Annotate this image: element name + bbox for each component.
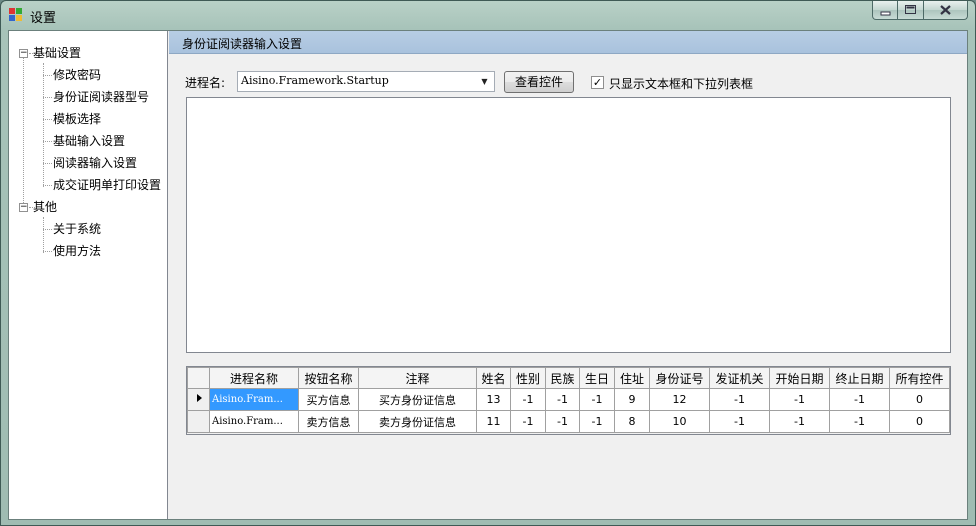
column-header[interactable]: 开始日期: [769, 367, 830, 389]
tree-node-template[interactable]: 模板选择: [53, 110, 101, 128]
table-cell[interactable]: 0: [889, 410, 950, 433]
tree-line: [43, 251, 52, 252]
table-row[interactable]: Aisino.Fram... 卖方信息 卖方身份证信息 11 -1 -1 -1 …: [187, 410, 950, 433]
mapping-table: 进程名称 按钮名称 注释 姓名 性别 民族 生日 住址 身份证号 发证机关 开始…: [187, 367, 950, 433]
table-cell[interactable]: 8: [614, 410, 650, 433]
table-cell[interactable]: 12: [649, 388, 710, 411]
app-icon: [9, 8, 23, 22]
tree-line: [43, 163, 52, 164]
table-cell[interactable]: 买方身份证信息: [358, 388, 477, 411]
minimize-icon: [880, 11, 891, 16]
row-header-corner: [187, 367, 210, 389]
window-title: 设置: [30, 11, 57, 26]
tree-node-change-password[interactable]: 修改密码: [53, 66, 101, 84]
table-cell[interactable]: 买方信息: [298, 388, 359, 411]
table-row[interactable]: Aisino.Fram... 买方信息 买方身份证信息 13 -1 -1 -1 …: [187, 388, 950, 411]
table-cell[interactable]: -1: [579, 388, 615, 411]
table-cell[interactable]: 10: [649, 410, 710, 433]
column-header[interactable]: 进程名称: [209, 367, 299, 389]
table-cell[interactable]: -1: [829, 410, 890, 433]
table-cell[interactable]: 13: [476, 388, 511, 411]
process-select-value: Aisino.Framework.Startup: [241, 74, 389, 87]
row-header[interactable]: [187, 410, 210, 433]
tree-line: [43, 141, 52, 142]
view-controls-button[interactable]: 查看控件: [504, 71, 574, 93]
table-cell[interactable]: -1: [709, 388, 770, 411]
tree-node-print-settings[interactable]: 成交证明单打印设置: [53, 176, 161, 194]
maximize-icon: [905, 5, 916, 14]
window-controls: [872, 1, 968, 21]
table-cell[interactable]: -1: [545, 388, 580, 411]
column-header[interactable]: 注释: [358, 367, 477, 389]
panel-header: 身份证阅读器输入设置: [169, 31, 967, 54]
column-header[interactable]: 民族: [545, 367, 580, 389]
only-text-checkbox-label[interactable]: 只显示文本框和下拉列表框: [609, 75, 753, 92]
table-cell[interactable]: -1: [545, 410, 580, 433]
tree-node-other[interactable]: 其他: [33, 198, 57, 216]
process-label: 进程名:: [185, 76, 226, 90]
tree-line: [43, 217, 44, 253]
close-button[interactable]: [924, 1, 968, 20]
tree-line: [43, 119, 52, 120]
table-cell[interactable]: -1: [769, 410, 830, 433]
column-header[interactable]: 发证机关: [709, 367, 770, 389]
row-header[interactable]: [187, 388, 210, 411]
table-cell[interactable]: 卖方身份证信息: [358, 410, 477, 433]
tree-node-reader-input[interactable]: 阅读器输入设置: [53, 154, 137, 172]
table-cell[interactable]: -1: [769, 388, 830, 411]
column-header[interactable]: 生日: [579, 367, 615, 389]
column-header[interactable]: 终止日期: [829, 367, 890, 389]
settings-panel: 身份证阅读器输入设置 进程名: Aisino.Framework.Startup…: [169, 31, 967, 519]
column-header[interactable]: 按钮名称: [298, 367, 359, 389]
tree-node-about[interactable]: 关于系统: [53, 220, 101, 238]
title-bar[interactable]: 设置: [1, 1, 975, 30]
table-cell[interactable]: Aisino.Fram...: [209, 388, 299, 411]
table-cell[interactable]: -1: [709, 410, 770, 433]
chevron-down-icon[interactable]: ▼: [477, 74, 492, 89]
minimize-button[interactable]: [872, 1, 898, 20]
table-cell[interactable]: -1: [510, 410, 546, 433]
process-select[interactable]: Aisino.Framework.Startup ▼: [237, 71, 495, 92]
controls-list[interactable]: [186, 97, 951, 353]
table-cell[interactable]: -1: [579, 410, 615, 433]
maximize-button[interactable]: [898, 1, 924, 20]
column-header[interactable]: 姓名: [476, 367, 511, 389]
table-cell[interactable]: -1: [510, 388, 546, 411]
table-cell[interactable]: -1: [829, 388, 890, 411]
column-header[interactable]: 住址: [614, 367, 650, 389]
table-cell[interactable]: Aisino.Fram...: [209, 410, 299, 433]
tree-line: [43, 97, 52, 98]
column-header[interactable]: 身份证号: [649, 367, 710, 389]
tree-line: [43, 63, 44, 187]
table-cell[interactable]: 0: [889, 388, 950, 411]
settings-window: 设置 − 基础设置 修改密码 身份证阅读器型号 模板选择 基础输入设置 阅读器输…: [0, 0, 976, 526]
only-text-checkbox[interactable]: ✓: [591, 76, 604, 89]
close-icon: [940, 5, 951, 15]
table-header-row: 进程名称 按钮名称 注释 姓名 性别 民族 生日 住址 身份证号 发证机关 开始…: [187, 367, 950, 389]
tree-line: [43, 185, 52, 186]
collapse-icon[interactable]: −: [19, 203, 28, 212]
current-row-icon: [196, 394, 202, 402]
tree-node-usage[interactable]: 使用方法: [53, 242, 101, 260]
mapping-grid[interactable]: 进程名称 按钮名称 注释 姓名 性别 民族 生日 住址 身份证号 发证机关 开始…: [186, 366, 951, 435]
panel-title: 身份证阅读器输入设置: [182, 37, 303, 51]
tree-line: [43, 75, 52, 76]
tree-node-basic-input[interactable]: 基础输入设置: [53, 132, 125, 150]
client-area: − 基础设置 修改密码 身份证阅读器型号 模板选择 基础输入设置 阅读器输入设置…: [8, 30, 968, 520]
column-header[interactable]: 性别: [510, 367, 546, 389]
tree-node-reader-model[interactable]: 身份证阅读器型号: [53, 88, 149, 106]
table-cell[interactable]: 9: [614, 388, 650, 411]
tree-line: [23, 55, 24, 209]
settings-tree[interactable]: − 基础设置 修改密码 身份证阅读器型号 模板选择 基础输入设置 阅读器输入设置…: [9, 31, 168, 519]
checkmark-icon: ✓: [592, 76, 603, 89]
tree-node-basic-settings[interactable]: 基础设置: [33, 44, 81, 62]
table-cell[interactable]: 11: [476, 410, 511, 433]
column-header[interactable]: 所有控件: [889, 367, 950, 389]
collapse-icon[interactable]: −: [19, 49, 28, 58]
tree-line: [43, 229, 52, 230]
table-cell[interactable]: 卖方信息: [298, 410, 359, 433]
